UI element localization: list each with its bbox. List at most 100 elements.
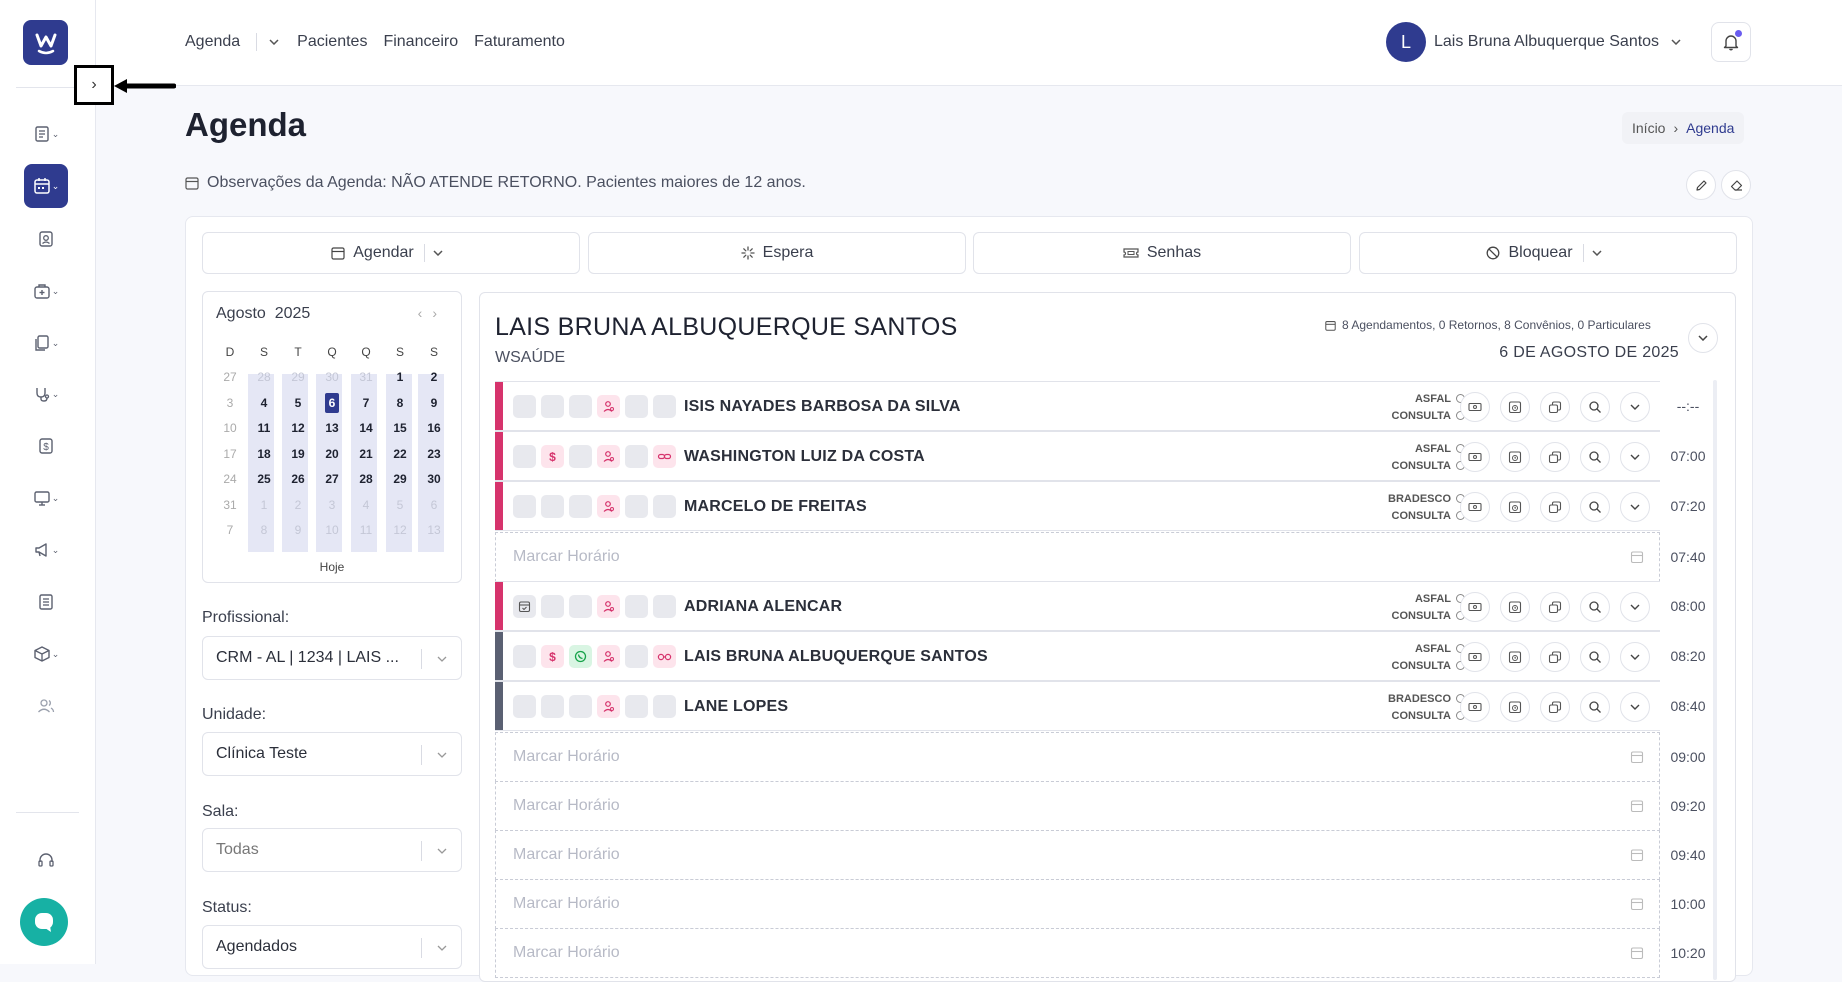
calendar-day[interactable]: 9 — [417, 396, 451, 410]
view-details-button[interactable] — [1580, 492, 1610, 522]
duplicate-button[interactable] — [1540, 392, 1570, 422]
view-details-button[interactable] — [1580, 592, 1610, 622]
agendar-button[interactable]: Agendar — [202, 232, 580, 274]
whatsapp-icon[interactable] — [569, 645, 592, 668]
profissional-select[interactable]: CRM - AL | 1234 | LAIS ... — [202, 636, 462, 680]
view-details-button[interactable] — [1580, 442, 1610, 472]
calendar-prev-button[interactable]: ‹ — [418, 305, 433, 321]
calendar-day[interactable]: 22 — [383, 447, 417, 461]
calendar-day[interactable]: 23 — [417, 447, 451, 461]
patient-name[interactable]: LANE LOPES — [684, 698, 788, 716]
calendar-day[interactable]: 3 — [315, 498, 349, 512]
calendar-day[interactable]: 27 — [213, 370, 247, 384]
calendar-day[interactable]: 15 — [383, 421, 417, 435]
expand-row-button[interactable] — [1620, 592, 1650, 622]
calendar-day[interactable]: 30 — [315, 370, 349, 384]
reschedule-button[interactable] — [1500, 442, 1530, 472]
expand-row-button[interactable] — [1620, 392, 1650, 422]
calendar-day[interactable]: 11 — [349, 523, 383, 537]
empty-slot[interactable]: Marcar Horário — [495, 732, 1660, 782]
patient-name[interactable]: WASHINGTON LUIZ DA COSTA — [684, 448, 925, 466]
calendar-day[interactable]: 28 — [247, 370, 281, 384]
duplicate-button[interactable] — [1540, 692, 1570, 722]
sidebar-item-records[interactable]: ⌄ — [24, 112, 68, 156]
calendar-day[interactable]: 4 — [247, 396, 281, 410]
view-details-button[interactable] — [1580, 642, 1610, 672]
patient-name[interactable]: ISIS NAYADES BARBOSA DA SILVA — [684, 398, 961, 416]
calendar-day[interactable]: 9 — [281, 523, 315, 537]
edit-observations-button[interactable] — [1686, 170, 1716, 200]
sidebar-item-users[interactable] — [24, 684, 68, 728]
empty-slot[interactable]: Marcar Horário — [495, 781, 1660, 831]
payment-button[interactable] — [1460, 442, 1490, 472]
empty-slot[interactable]: Marcar Horário — [495, 830, 1660, 880]
sidebar-item-support[interactable] — [24, 838, 68, 882]
senhas-button[interactable]: Senhas — [973, 232, 1351, 274]
patient-name[interactable]: MARCELO DE FREITAS — [684, 498, 867, 516]
calendar-day[interactable]: 8 — [247, 523, 281, 537]
calendar-day[interactable]: 10 — [315, 523, 349, 537]
calendar-day[interactable]: 8 — [383, 396, 417, 410]
calendar-day[interactable]: 30 — [417, 472, 451, 486]
patient-icon[interactable] — [597, 595, 620, 618]
breadcrumb-home[interactable]: Início — [1632, 120, 1665, 136]
nav-agenda[interactable]: Agenda — [185, 33, 240, 51]
calendar-day[interactable]: 2 — [281, 498, 315, 512]
duplicate-button[interactable] — [1540, 642, 1570, 672]
expand-row-button[interactable] — [1620, 492, 1650, 522]
calendar-day[interactable]: 10 — [213, 421, 247, 435]
schedule-scrollbar[interactable] — [1713, 380, 1717, 980]
sidebar-collapse-button[interactable]: › — [74, 65, 114, 105]
patient-name[interactable]: LAIS BRUNA ALBUQUERQUE SANTOS — [684, 648, 988, 666]
sidebar-item-marketing[interactable]: ⌄ — [24, 528, 68, 572]
notifications-button[interactable] — [1711, 22, 1751, 62]
calendar-day[interactable]: 27 — [315, 472, 349, 486]
calendar-day[interactable]: 4 — [349, 498, 383, 512]
duplicate-button[interactable] — [1540, 492, 1570, 522]
chat-button[interactable] — [20, 898, 68, 946]
calendar-day[interactable]: 19 — [281, 447, 315, 461]
calendar-day[interactable]: 1 — [383, 370, 417, 384]
calendar-day[interactable]: 24 — [213, 472, 247, 486]
calendar-day[interactable]: 31 — [349, 370, 383, 384]
calendar-day[interactable]: 25 — [247, 472, 281, 486]
calendar-day[interactable]: 17 — [213, 447, 247, 461]
calendar-day[interactable]: 26 — [281, 472, 315, 486]
schedule-collapse-button[interactable] — [1688, 323, 1718, 353]
duplicate-button[interactable] — [1540, 592, 1570, 622]
bloquear-dropdown[interactable] — [1582, 244, 1610, 262]
patient-icon[interactable] — [597, 445, 620, 468]
calendar-day[interactable]: 6 — [417, 498, 451, 512]
payment-button[interactable] — [1460, 642, 1490, 672]
sidebar-item-finance[interactable]: $ — [24, 424, 68, 468]
espera-button[interactable]: Espera — [588, 232, 966, 274]
calendar-day[interactable]: 12 — [281, 421, 315, 435]
calendar-day[interactable]: 2 — [417, 370, 451, 384]
view-details-button[interactable] — [1580, 692, 1610, 722]
appointment-row[interactable]: LANE LOPES BRADESCO CONSULTA — [495, 681, 1660, 731]
sidebar-item-agenda[interactable]: ⌄ — [24, 164, 68, 208]
appointment-row[interactable]: $ WASHINGTON LUIZ DA COSTA ASFAL CONSULTA — [495, 431, 1660, 481]
link-icon[interactable] — [653, 445, 676, 468]
payment-button[interactable] — [1460, 692, 1490, 722]
calendar-day[interactable]: 18 — [247, 447, 281, 461]
sidebar-item-procedures[interactable]: ⌄ — [24, 372, 68, 416]
calendar-day[interactable]: 5 — [383, 498, 417, 512]
nav-pacientes[interactable]: Pacientes — [297, 33, 367, 51]
sidebar-item-inventory[interactable]: ⌄ — [24, 632, 68, 676]
sidebar-item-patients[interactable] — [24, 217, 68, 261]
view-details-button[interactable] — [1580, 392, 1610, 422]
calendar-day-selected[interactable]: 6 — [315, 392, 349, 413]
calendar-day[interactable]: 12 — [383, 523, 417, 537]
user-menu[interactable]: L Lais Bruna Albuquerque Santos — [1386, 22, 1681, 62]
reschedule-button[interactable] — [1500, 492, 1530, 522]
status-select[interactable]: Agendados — [202, 925, 462, 969]
dollar-icon[interactable]: $ — [541, 645, 564, 668]
empty-slot[interactable]: Marcar Horário — [495, 532, 1660, 582]
calendar-day[interactable]: 3 — [213, 396, 247, 410]
calendar-day[interactable]: 5 — [281, 396, 315, 410]
calendar-day[interactable]: 31 — [213, 498, 247, 512]
calendar-day[interactable]: 7 — [213, 523, 247, 537]
calendar-day[interactable]: 11 — [247, 421, 281, 435]
calendar-day[interactable]: 13 — [417, 523, 451, 537]
